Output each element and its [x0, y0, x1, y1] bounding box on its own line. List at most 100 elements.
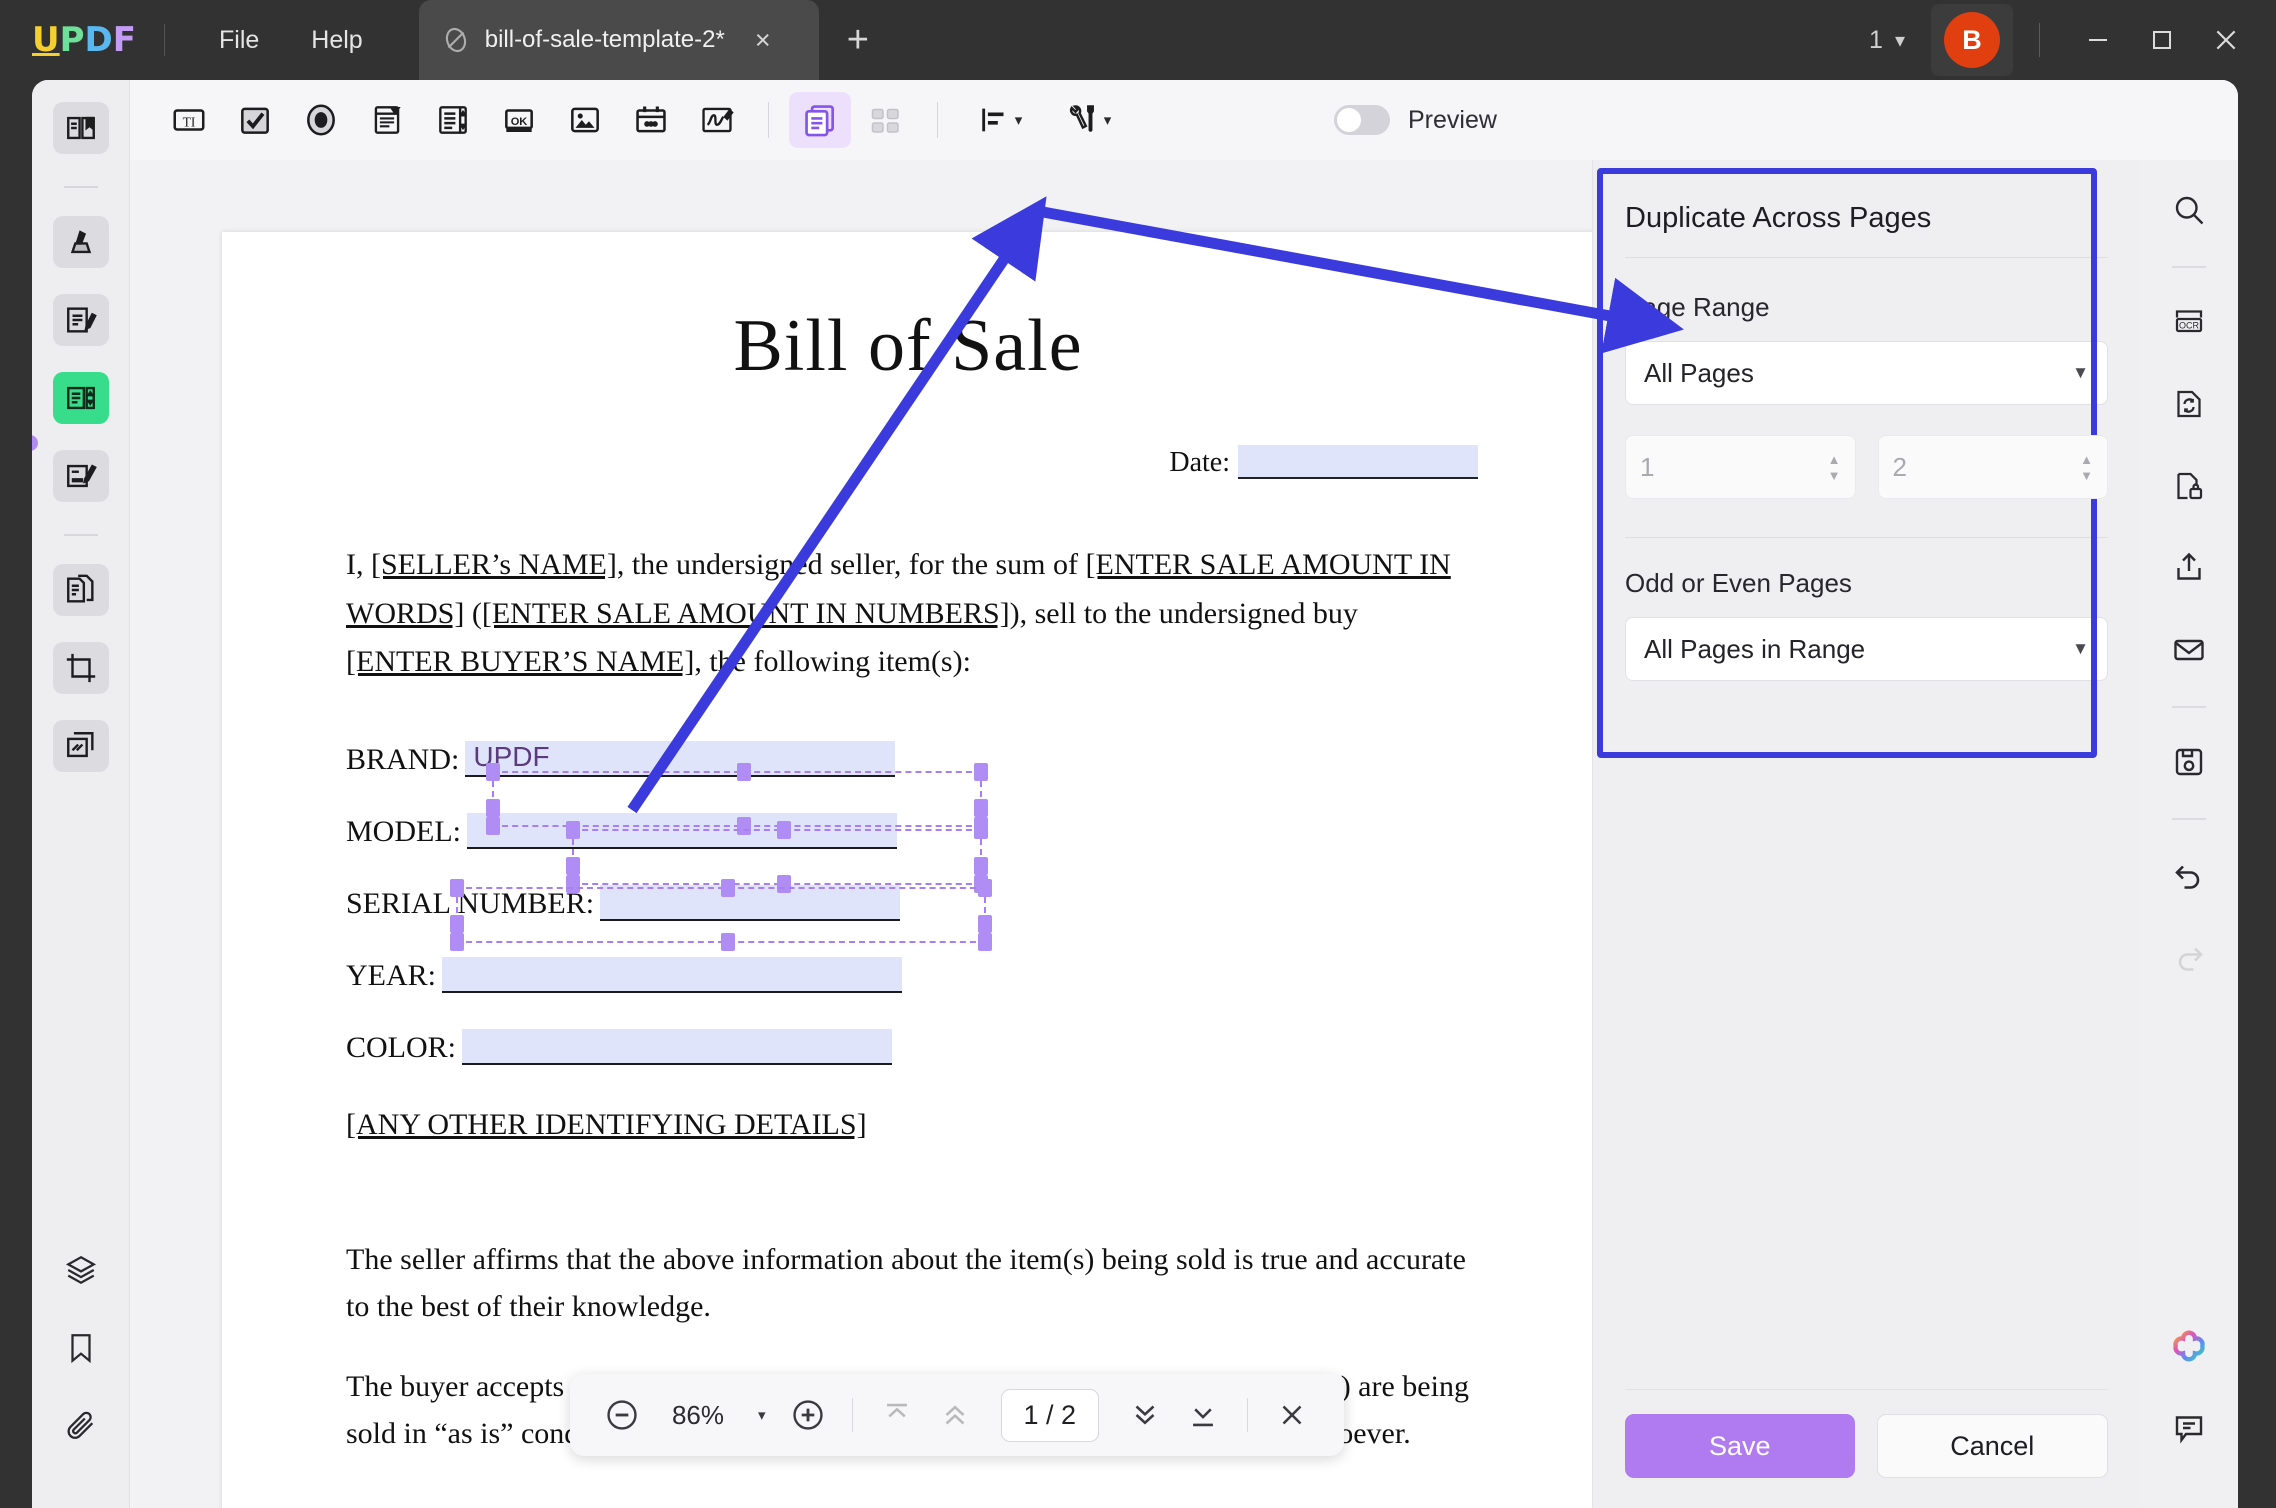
pdf-page: Bill of Sale Date: I, [SELLER’s NAME], t… [222, 232, 1592, 1508]
zoom-in-button[interactable] [782, 1389, 834, 1441]
form-toolbar: TI OK ▾ ▾ Preview [130, 80, 2238, 160]
tool-align[interactable]: ▾ [958, 92, 1042, 148]
close-window-button[interactable] [2194, 10, 2258, 70]
document-viewport[interactable]: Bill of Sale Date: I, [SELLER’s NAME], t… [130, 160, 1592, 1508]
maximize-button[interactable] [2130, 10, 2194, 70]
resize-handle [974, 798, 988, 817]
share-upload-icon[interactable] [2161, 540, 2217, 596]
panel-content: Duplicate Across Pages Page Range All Pa… [1593, 160, 2140, 681]
undo-arrow-icon[interactable] [2161, 846, 2217, 902]
chevron-down-icon[interactable]: ▾ [1015, 111, 1023, 129]
active-indicator-dot [32, 435, 38, 451]
sidebar-item-layers[interactable] [53, 1244, 109, 1296]
close-zoombar-button[interactable] [1266, 1389, 1318, 1441]
sidebar-item-crop[interactable] [52, 642, 109, 694]
chevron-down-icon[interactable]: ▾ [1895, 28, 1905, 53]
page-to-stepper[interactable]: ▲ ▼ [2080, 453, 2093, 482]
divider [1625, 537, 2108, 538]
chevron-down-icon: ▼ [2072, 639, 2089, 658]
sidebar-item-annotate[interactable] [52, 216, 109, 268]
tool-combo-box[interactable] [356, 92, 418, 148]
floppy-save-icon[interactable] [2161, 734, 2217, 790]
document-lock-icon[interactable] [2161, 458, 2217, 514]
sidebar-item-attachments[interactable] [53, 1400, 109, 1452]
svg-text:OCR: OCR [2179, 320, 2200, 330]
next-page-button[interactable] [1119, 1389, 1171, 1441]
tool-text-field[interactable]: TI [158, 92, 220, 148]
cancel-button[interactable]: Cancel [1876, 1414, 2108, 1478]
close-icon[interactable]: × [755, 26, 771, 54]
form-field-year[interactable] [442, 956, 902, 993]
page-from-input[interactable]: 1 ▲ ▼ [1625, 435, 1856, 499]
first-page-button[interactable] [871, 1389, 923, 1441]
duplicate-across-pages-panel: Duplicate Across Pages Page Range All Pa… [1592, 160, 2140, 1508]
resize-handle [450, 932, 464, 951]
field-row-brand: BRAND: UPDF [346, 721, 1592, 777]
sidebar-item-edit-pdf[interactable] [52, 294, 109, 346]
tool-list-box[interactable] [422, 92, 484, 148]
tool-date-field[interactable] [620, 92, 682, 148]
page-range-select[interactable]: All Pages ▼ [1625, 341, 2108, 405]
ocr-icon[interactable]: OCR [2161, 294, 2217, 350]
page-title: Bill of Sale [733, 305, 1083, 387]
date-field-input[interactable] [1238, 445, 1478, 479]
date-label: Date: [1169, 447, 1230, 478]
search-icon[interactable] [2161, 182, 2217, 238]
field-label-color: COLOR: [346, 1030, 457, 1064]
selection-box-serial-number[interactable] [566, 820, 988, 893]
envelope-icon[interactable] [2161, 622, 2217, 678]
divider [1625, 1389, 2108, 1390]
toggle-knob [1337, 108, 1361, 132]
resize-handle [566, 856, 580, 875]
tool-tab-order[interactable] [855, 92, 917, 148]
resize-handle [450, 878, 464, 897]
tool-duplicate-across-pages[interactable] [789, 92, 851, 148]
document-tab[interactable]: bill-of-sale-template-2* × [418, 0, 819, 80]
preview-toggle[interactable] [1334, 105, 1390, 135]
new-tab-button[interactable]: + [847, 21, 869, 59]
divider [2172, 706, 2206, 708]
tool-push-button[interactable]: OK [488, 92, 550, 148]
sidebar-item-bookmarks[interactable] [53, 1322, 109, 1374]
stepper-down-icon: ▼ [1827, 467, 1841, 483]
resize-handle [486, 798, 500, 817]
page-from-stepper[interactable]: ▲ ▼ [1827, 453, 1841, 483]
resize-handle [721, 878, 735, 897]
menu-help[interactable]: Help [285, 18, 388, 63]
sidebar-item-reader[interactable] [52, 102, 109, 154]
odd-even-select[interactable]: All Pages in Range ▼ [1625, 617, 2108, 681]
chevron-down-icon[interactable]: ▾ [1104, 111, 1112, 129]
ai-clover-icon[interactable] [2161, 1318, 2217, 1374]
form-field-color[interactable] [462, 1028, 893, 1065]
tool-check-box[interactable] [224, 92, 286, 148]
convert-document-icon[interactable] [2161, 376, 2217, 432]
user-count: 1 [1869, 25, 1883, 54]
page-indicator[interactable]: 1 / 2 [1000, 1388, 1100, 1442]
field-label-brand: BRAND: [346, 742, 460, 776]
page-to-input[interactable]: 2 ▲ ▼ [1877, 435, 2108, 499]
redo-arrow-icon[interactable] [2161, 928, 2217, 984]
avatar-button[interactable]: B [1931, 4, 2013, 76]
selection-box-model[interactable] [486, 762, 988, 835]
sidebar-item-sign[interactable] [52, 450, 109, 502]
resize-handle [978, 932, 992, 951]
sidebar-item-batch[interactable] [52, 720, 109, 772]
divider [1247, 1398, 1249, 1432]
tool-signature-field[interactable] [686, 92, 748, 148]
divider [2039, 23, 2040, 57]
last-page-button[interactable] [1177, 1389, 1229, 1441]
prev-page-button[interactable] [929, 1389, 981, 1441]
save-button[interactable]: Save [1625, 1414, 1855, 1478]
comment-bubble-icon[interactable] [2161, 1400, 2217, 1456]
minimize-button[interactable] [2066, 10, 2130, 70]
menu-file[interactable]: File [193, 18, 285, 63]
sidebar-item-prepare-form[interactable] [52, 372, 109, 424]
zoom-out-button[interactable] [596, 1389, 648, 1441]
tool-form-tools[interactable]: ▾ [1046, 92, 1130, 148]
tool-radio-button[interactable] [290, 92, 352, 148]
chevron-down-icon[interactable]: ▾ [758, 1406, 766, 1424]
form-fields-group: BRAND: UPDF MODEL: SERIAL NUMBER: YEAR: … [346, 721, 1592, 1065]
tool-image-field[interactable] [554, 92, 616, 148]
sidebar-item-organize-pages[interactable] [52, 564, 109, 616]
selection-box-year[interactable] [450, 878, 992, 951]
